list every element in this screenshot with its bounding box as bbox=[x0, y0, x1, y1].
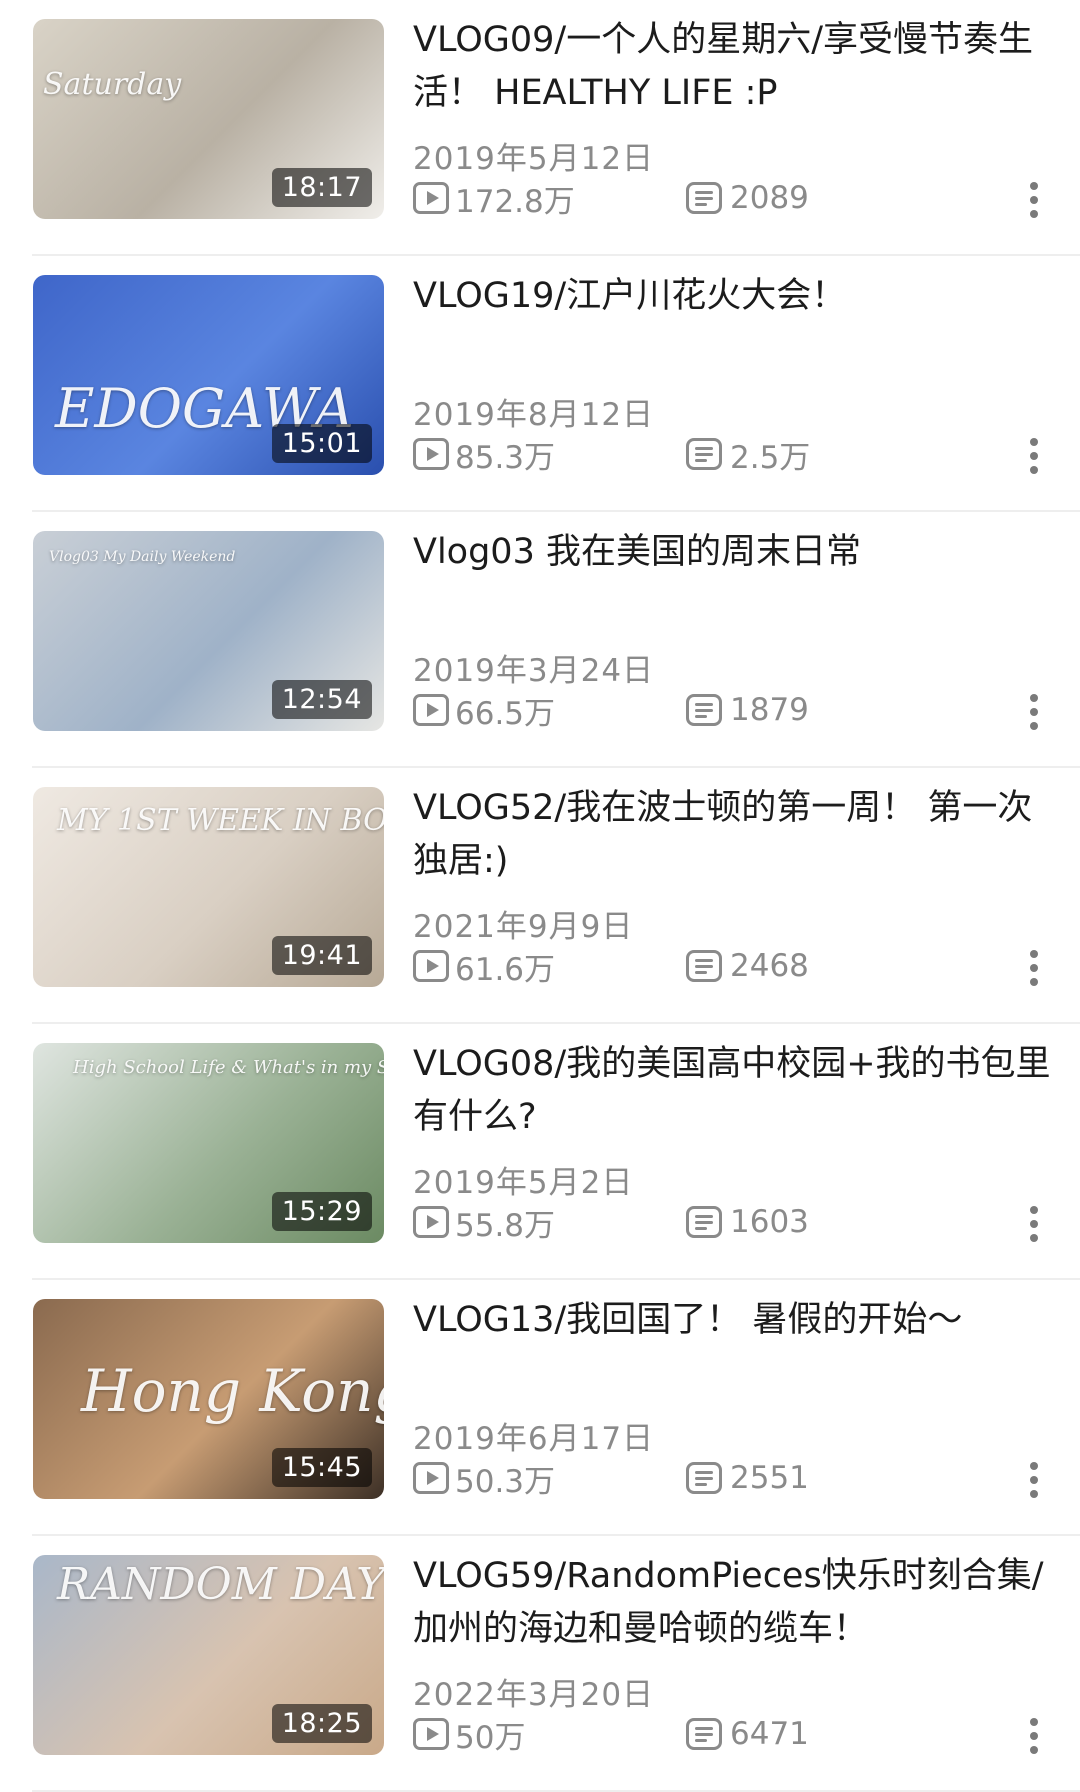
video-thumbnail[interactable]: MY 1ST WEEK IN BOSTON 19:41 bbox=[33, 787, 384, 987]
play-icon bbox=[413, 182, 449, 214]
comment-count-value: 2.5万 bbox=[730, 439, 811, 476]
more-vertical-icon[interactable] bbox=[1026, 180, 1042, 220]
comment-count: 1879 bbox=[686, 690, 809, 730]
view-count-value: 61.6万 bbox=[455, 951, 556, 988]
video-stats: 50.3万 2551 bbox=[413, 1458, 1053, 1500]
comment-icon bbox=[686, 1462, 722, 1494]
thumbnail-overlay-text: High School Life & What's in my School B… bbox=[73, 1057, 384, 1078]
video-row[interactable]: RANDOM DAYS 18:25 VLOG59/RandomPieces快乐时… bbox=[0, 1536, 1080, 1792]
comment-count-value: 1603 bbox=[730, 1204, 809, 1240]
video-row[interactable]: EDOGAWA 15:01 VLOG19/江户川花火大会！ 2019年8月12日… bbox=[0, 256, 1080, 512]
comment-count: 1603 bbox=[686, 1202, 809, 1242]
video-row[interactable]: Saturday 18:17 VLOG09/一个人的星期六/享受慢节奏生活！ H… bbox=[0, 0, 1080, 256]
video-date: 2019年8月12日 bbox=[413, 397, 655, 433]
thumbnail-overlay-text: Saturday bbox=[43, 67, 182, 102]
play-icon bbox=[413, 950, 449, 982]
play-icon bbox=[413, 1462, 449, 1494]
video-thumbnail[interactable]: High School Life & What's in my School B… bbox=[33, 1043, 384, 1243]
play-icon bbox=[413, 694, 449, 726]
thumbnail-overlay-text: Vlog03 My Daily Weekend bbox=[49, 549, 236, 565]
view-count: 55.8万 bbox=[413, 1202, 556, 1244]
comment-count-value: 2089 bbox=[730, 180, 809, 216]
comment-count-value: 6471 bbox=[730, 1716, 809, 1752]
play-icon bbox=[413, 1718, 449, 1750]
more-vertical-icon[interactable] bbox=[1026, 436, 1042, 476]
more-vertical-icon[interactable] bbox=[1026, 1460, 1042, 1500]
view-count-value: 172.8万 bbox=[455, 183, 575, 220]
video-date: 2019年6月17日 bbox=[413, 1421, 655, 1457]
video-title[interactable]: VLOG13/我回国了！ 暑假的开始～ bbox=[413, 1294, 1053, 1347]
comment-icon bbox=[686, 438, 722, 470]
video-duration: 15:29 bbox=[271, 1192, 372, 1231]
view-count-value: 50.3万 bbox=[455, 1463, 556, 1500]
video-duration: 15:45 bbox=[271, 1448, 372, 1487]
video-stats: 66.5万 1879 bbox=[413, 690, 1053, 732]
video-duration: 19:41 bbox=[271, 936, 372, 975]
comment-icon bbox=[686, 1718, 722, 1750]
view-count-value: 55.8万 bbox=[455, 1207, 556, 1244]
video-date: 2019年5月2日 bbox=[413, 1165, 634, 1201]
video-date: 2019年5月12日 bbox=[413, 141, 655, 177]
video-date: 2021年9月9日 bbox=[413, 909, 634, 945]
video-thumbnail[interactable]: RANDOM DAYS 18:25 bbox=[33, 1555, 384, 1755]
video-thumbnail[interactable]: Hong Kong 15:45 bbox=[33, 1299, 384, 1499]
video-stats: 85.3万 2.5万 bbox=[413, 434, 1053, 476]
video-duration: 18:17 bbox=[271, 168, 372, 207]
video-row[interactable]: High School Life & What's in my School B… bbox=[0, 1024, 1080, 1280]
comment-count: 2.5万 bbox=[686, 434, 811, 476]
comment-icon bbox=[686, 694, 722, 726]
video-thumbnail[interactable]: Vlog03 My Daily Weekend 12:54 bbox=[33, 531, 384, 731]
comment-count: 6471 bbox=[686, 1714, 809, 1754]
comment-icon bbox=[686, 182, 722, 214]
video-date: 2019年3月24日 bbox=[413, 653, 655, 689]
video-date: 2022年3月20日 bbox=[413, 1677, 655, 1713]
play-icon bbox=[413, 1206, 449, 1238]
video-title[interactable]: VLOG59/RandomPieces快乐时刻合集/加州的海边和曼哈顿的缆车！ bbox=[413, 1550, 1053, 1656]
comment-count-value: 2468 bbox=[730, 948, 809, 984]
video-thumbnail[interactable]: EDOGAWA 15:01 bbox=[33, 275, 384, 475]
more-vertical-icon[interactable] bbox=[1026, 1204, 1042, 1244]
video-row[interactable]: Hong Kong 15:45 VLOG13/我回国了！ 暑假的开始～ 2019… bbox=[0, 1280, 1080, 1536]
video-title[interactable]: VLOG52/我在波士顿的第一周！ 第一次独居:) bbox=[413, 782, 1053, 888]
comment-count: 2551 bbox=[686, 1458, 809, 1498]
video-stats: 55.8万 1603 bbox=[413, 1202, 1053, 1244]
comment-count-value: 1879 bbox=[730, 692, 809, 728]
view-count: 50万 bbox=[413, 1714, 526, 1756]
view-count: 50.3万 bbox=[413, 1458, 556, 1500]
video-row[interactable]: Vlog03 My Daily Weekend 12:54 Vlog03 我在美… bbox=[0, 512, 1080, 768]
thumbnail-overlay-text: RANDOM DAYS bbox=[57, 1559, 384, 1610]
thumbnail-overlay-text: Hong Kong bbox=[81, 1357, 384, 1425]
video-stats: 50万 6471 bbox=[413, 1714, 1053, 1756]
view-count: 66.5万 bbox=[413, 690, 556, 732]
comment-count: 2089 bbox=[686, 178, 809, 218]
video-thumbnail[interactable]: Saturday 18:17 bbox=[33, 19, 384, 219]
view-count-value: 50万 bbox=[455, 1719, 526, 1756]
view-count-value: 85.3万 bbox=[455, 439, 556, 476]
video-title[interactable]: Vlog03 我在美国的周末日常 bbox=[413, 526, 1053, 579]
video-title[interactable]: VLOG09/一个人的星期六/享受慢节奏生活！ HEALTHY LIFE :P bbox=[413, 14, 1053, 120]
video-title[interactable]: VLOG19/江户川花火大会！ bbox=[413, 270, 1053, 323]
more-vertical-icon[interactable] bbox=[1026, 948, 1042, 988]
comment-count-value: 2551 bbox=[730, 1460, 809, 1496]
comment-count: 2468 bbox=[686, 946, 809, 986]
video-duration: 18:25 bbox=[271, 1704, 372, 1743]
more-vertical-icon[interactable] bbox=[1026, 692, 1042, 732]
video-row[interactable]: MY 1ST WEEK IN BOSTON 19:41 VLOG52/我在波士顿… bbox=[0, 768, 1080, 1024]
view-count: 61.6万 bbox=[413, 946, 556, 988]
comment-icon bbox=[686, 950, 722, 982]
video-duration: 15:01 bbox=[271, 424, 372, 463]
comment-icon bbox=[686, 1206, 722, 1238]
view-count: 85.3万 bbox=[413, 434, 556, 476]
more-vertical-icon[interactable] bbox=[1026, 1716, 1042, 1756]
view-count-value: 66.5万 bbox=[455, 695, 556, 732]
view-count: 172.8万 bbox=[413, 178, 575, 220]
thumbnail-overlay-text: MY 1ST WEEK IN BOSTON bbox=[57, 803, 384, 838]
video-stats: 61.6万 2468 bbox=[413, 946, 1053, 988]
video-title[interactable]: VLOG08/我的美国高中校园+我的书包里有什么? bbox=[413, 1038, 1053, 1144]
video-stats: 172.8万 2089 bbox=[413, 178, 1053, 220]
play-icon bbox=[413, 438, 449, 470]
video-duration: 12:54 bbox=[271, 680, 372, 719]
